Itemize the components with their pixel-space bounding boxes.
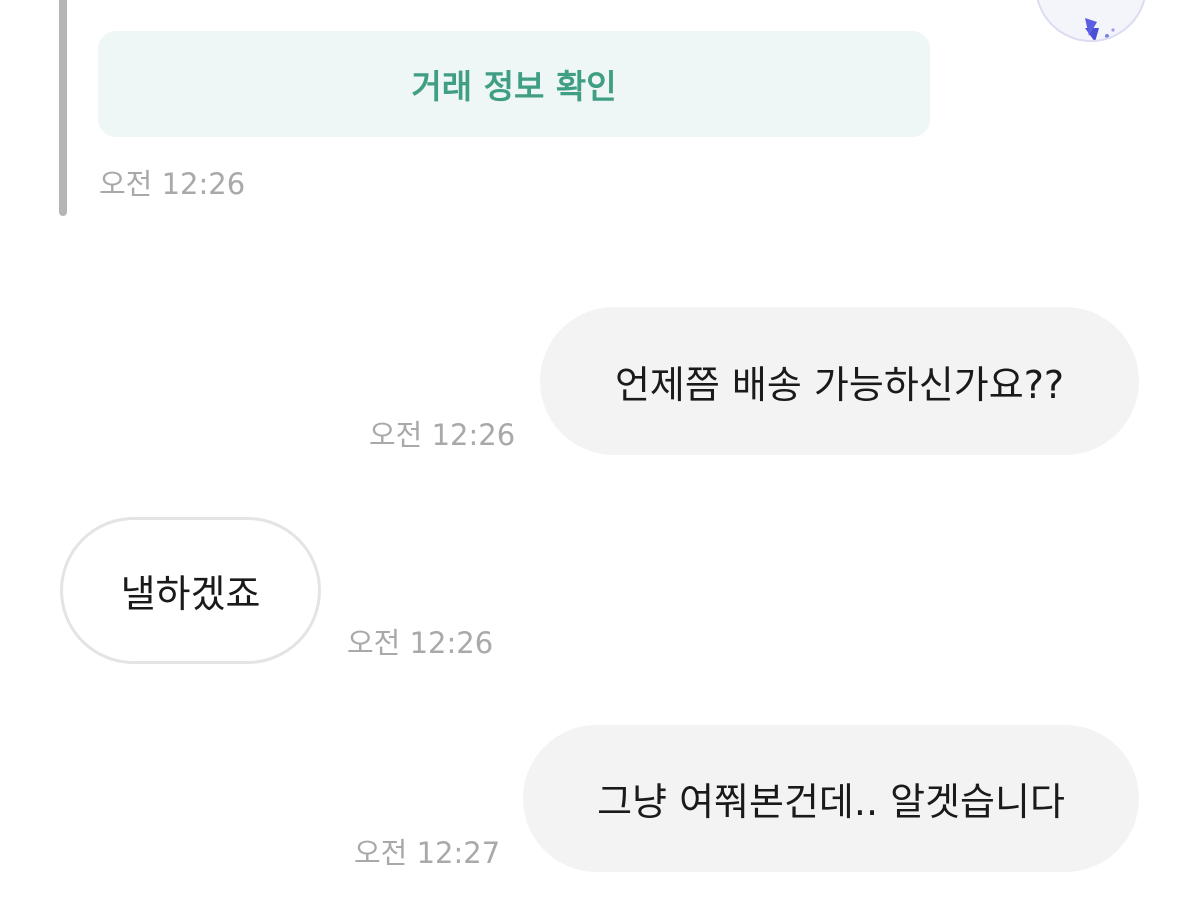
quote-bar: [59, 0, 67, 216]
message-text: 그냥 여쭤본건데.. 알겟습니다: [597, 780, 1065, 824]
timestamp: 오전 12:26: [99, 167, 246, 201]
profile-avatar[interactable]: [1035, 0, 1147, 42]
chat-screen: 거래 정보 확인 오전 12:26 언제쯤 배송 가능하신가요?? 오전 12:…: [0, 0, 1199, 919]
profile-avatar-icon: [1085, 18, 1115, 40]
outgoing-message-bubble[interactable]: 그냥 여쭤본건데.. 알겟습니다: [523, 725, 1139, 872]
message-text: 언제쯤 배송 가능하신가요??: [614, 362, 1065, 407]
incoming-message-bubble[interactable]: 낼하겠죠: [60, 517, 321, 664]
outgoing-message-bubble[interactable]: 언제쯤 배송 가능하신가요??: [540, 307, 1139, 455]
view-transaction-info-button[interactable]: 거래 정보 확인: [98, 31, 930, 137]
timestamp: 오전 12:26: [369, 418, 516, 452]
timestamp: 오전 12:26: [347, 626, 494, 660]
timestamp: 오전 12:27: [354, 836, 501, 870]
message-text: 낼하겠죠: [120, 572, 261, 616]
